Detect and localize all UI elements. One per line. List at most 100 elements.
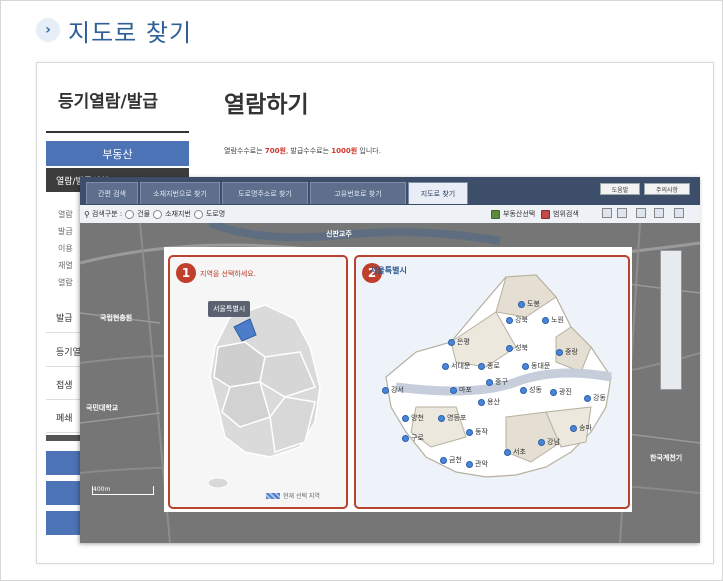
district-pin[interactable]: 성동 (520, 385, 542, 395)
pin-icon (570, 424, 577, 432)
notice-button[interactable]: 주의사항 (644, 183, 690, 195)
pin-icon (438, 414, 445, 422)
district-pin[interactable]: 광진 (550, 387, 572, 397)
sidebar-divider (46, 131, 189, 133)
pin-icon (538, 438, 545, 446)
radio-road[interactable] (193, 209, 203, 219)
pin-icon (466, 428, 473, 436)
district-pin[interactable]: 금천 (440, 455, 462, 465)
legend-label: 현재 선택 지역 (283, 493, 320, 500)
zoom-out-icon[interactable] (617, 208, 627, 218)
district-label: 용산 (487, 398, 500, 406)
map-label: 신판교주 (326, 230, 352, 238)
district-label: 도봉 (527, 300, 540, 308)
pin-icon (506, 344, 513, 352)
region-select-modal: 1 지역을 선택하세요. 서울특별시 현재 선택 지역 2 서울특별시 도봉 강… (164, 247, 632, 512)
district-label: 마포 (459, 386, 472, 394)
district-label: 강동 (593, 394, 606, 402)
pin-icon (466, 460, 473, 468)
radio-building[interactable] (125, 209, 135, 219)
district-pin[interactable]: 동대문 (522, 361, 550, 371)
district-pin[interactable]: 종로 (478, 361, 500, 371)
district-pin[interactable]: 은평 (448, 337, 470, 347)
zoom-slider[interactable] (660, 250, 682, 390)
district-pin[interactable]: 구로 (402, 433, 424, 443)
district-label: 양천 (411, 414, 424, 422)
district-label: 영등포 (447, 414, 467, 422)
pin-icon (520, 386, 527, 394)
district-pin[interactable]: 관악 (466, 459, 488, 469)
sidebar-subitem[interactable]: 열람 (58, 277, 73, 288)
tab-bar: 간편 검색 소재지번으로 찾기 도로명주소로 찾기 고유번호로 찾기 지도로 찾… (80, 177, 700, 205)
district-pin[interactable]: 노원 (542, 315, 564, 325)
sidebar-subitem[interactable]: 열람 (58, 209, 73, 220)
page-title: 지도로 찾기 (68, 18, 193, 47)
district-pin[interactable]: 강서 (382, 385, 404, 395)
district-pin[interactable]: 강동 (584, 393, 606, 403)
search-icon: ⚲ (84, 209, 90, 219)
range-search-tool[interactable]: 범위검색 (538, 209, 579, 219)
district-label: 중랑 (565, 348, 578, 356)
district-label: 중구 (495, 378, 508, 386)
tab-lot-number[interactable]: 소재지번으로 찾기 (140, 182, 220, 204)
pin-icon (382, 386, 389, 394)
sidebar-subitem[interactable]: 발급 (58, 226, 73, 237)
tab-road-address[interactable]: 도로명주소로 찾기 (222, 182, 308, 204)
district-panel: 2 서울특별시 도봉 강북 노원 은평 성북 중랑 종로 동대문 서대문 중구 … (354, 255, 630, 509)
pin-icon (584, 394, 591, 402)
radio-label: 도로명 (205, 210, 226, 218)
district-pin[interactable]: 양천 (402, 413, 424, 423)
district-label: 송파 (579, 424, 592, 432)
district-pin[interactable]: 서대문 (442, 361, 470, 371)
fee-text: 열람수수료는 (224, 147, 265, 155)
sidebar-subitem[interactable]: 재열 (58, 260, 73, 271)
print-icon[interactable] (674, 208, 684, 218)
district-pin[interactable]: 강남 (538, 437, 560, 447)
district-pin[interactable]: 서초 (504, 447, 526, 457)
pin-icon (518, 300, 525, 308)
measure-icon[interactable] (636, 208, 646, 218)
pin-icon (450, 386, 457, 394)
pin-icon (522, 362, 529, 370)
district-pin[interactable]: 성북 (506, 343, 528, 353)
pin-icon (550, 388, 557, 396)
pin-icon (506, 316, 513, 324)
district-label: 관악 (475, 460, 488, 468)
radio-lot[interactable] (153, 209, 163, 219)
radio-label: 소재지번 (165, 210, 191, 218)
district-pin[interactable]: 송파 (570, 423, 592, 433)
help-button[interactable]: 도움말 (600, 183, 640, 195)
tab-unique-number[interactable]: 고유번호로 찾기 (310, 182, 406, 204)
district-pin[interactable]: 영등포 (438, 413, 466, 423)
tab-simple-search[interactable]: 간편 검색 (86, 182, 138, 204)
district-label: 성동 (529, 386, 542, 394)
pin-icon (542, 316, 549, 324)
district-pin[interactable]: 도봉 (518, 299, 540, 309)
sidebar-subitem[interactable]: 이용 (58, 243, 73, 254)
district-pin[interactable]: 동작 (466, 427, 488, 437)
district-pin[interactable]: 중랑 (556, 347, 578, 357)
search-type-label: 검색구분 : (91, 210, 123, 218)
layer-icon[interactable] (654, 208, 664, 218)
property-select-icon (491, 209, 500, 219)
map-legend: 현재 선택 지역 (266, 491, 320, 500)
korea-map[interactable] (170, 257, 346, 507)
pin-icon (402, 414, 409, 422)
district-pin[interactable]: 마포 (450, 385, 472, 395)
sidebar-section-realestate[interactable]: 부동산 (46, 141, 189, 166)
pin-icon (442, 362, 449, 370)
district-label: 서초 (513, 448, 526, 456)
district-pin[interactable]: 강북 (506, 315, 528, 325)
tab-map-search[interactable]: 지도로 찾기 (408, 182, 468, 204)
pin-icon (486, 378, 493, 386)
fee-text: , 발급수수료는 (285, 147, 332, 155)
radio-label: 건물 (137, 210, 151, 218)
select-property-tool[interactable]: 부동산선택 (488, 209, 535, 219)
district-pin[interactable]: 용산 (478, 397, 500, 407)
pin-icon (478, 398, 485, 406)
zoom-in-icon[interactable] (602, 208, 612, 218)
district-label: 강남 (547, 438, 560, 446)
fee-text: 입니다. (357, 147, 381, 155)
pin-icon (402, 434, 409, 442)
district-pin[interactable]: 중구 (486, 377, 508, 387)
